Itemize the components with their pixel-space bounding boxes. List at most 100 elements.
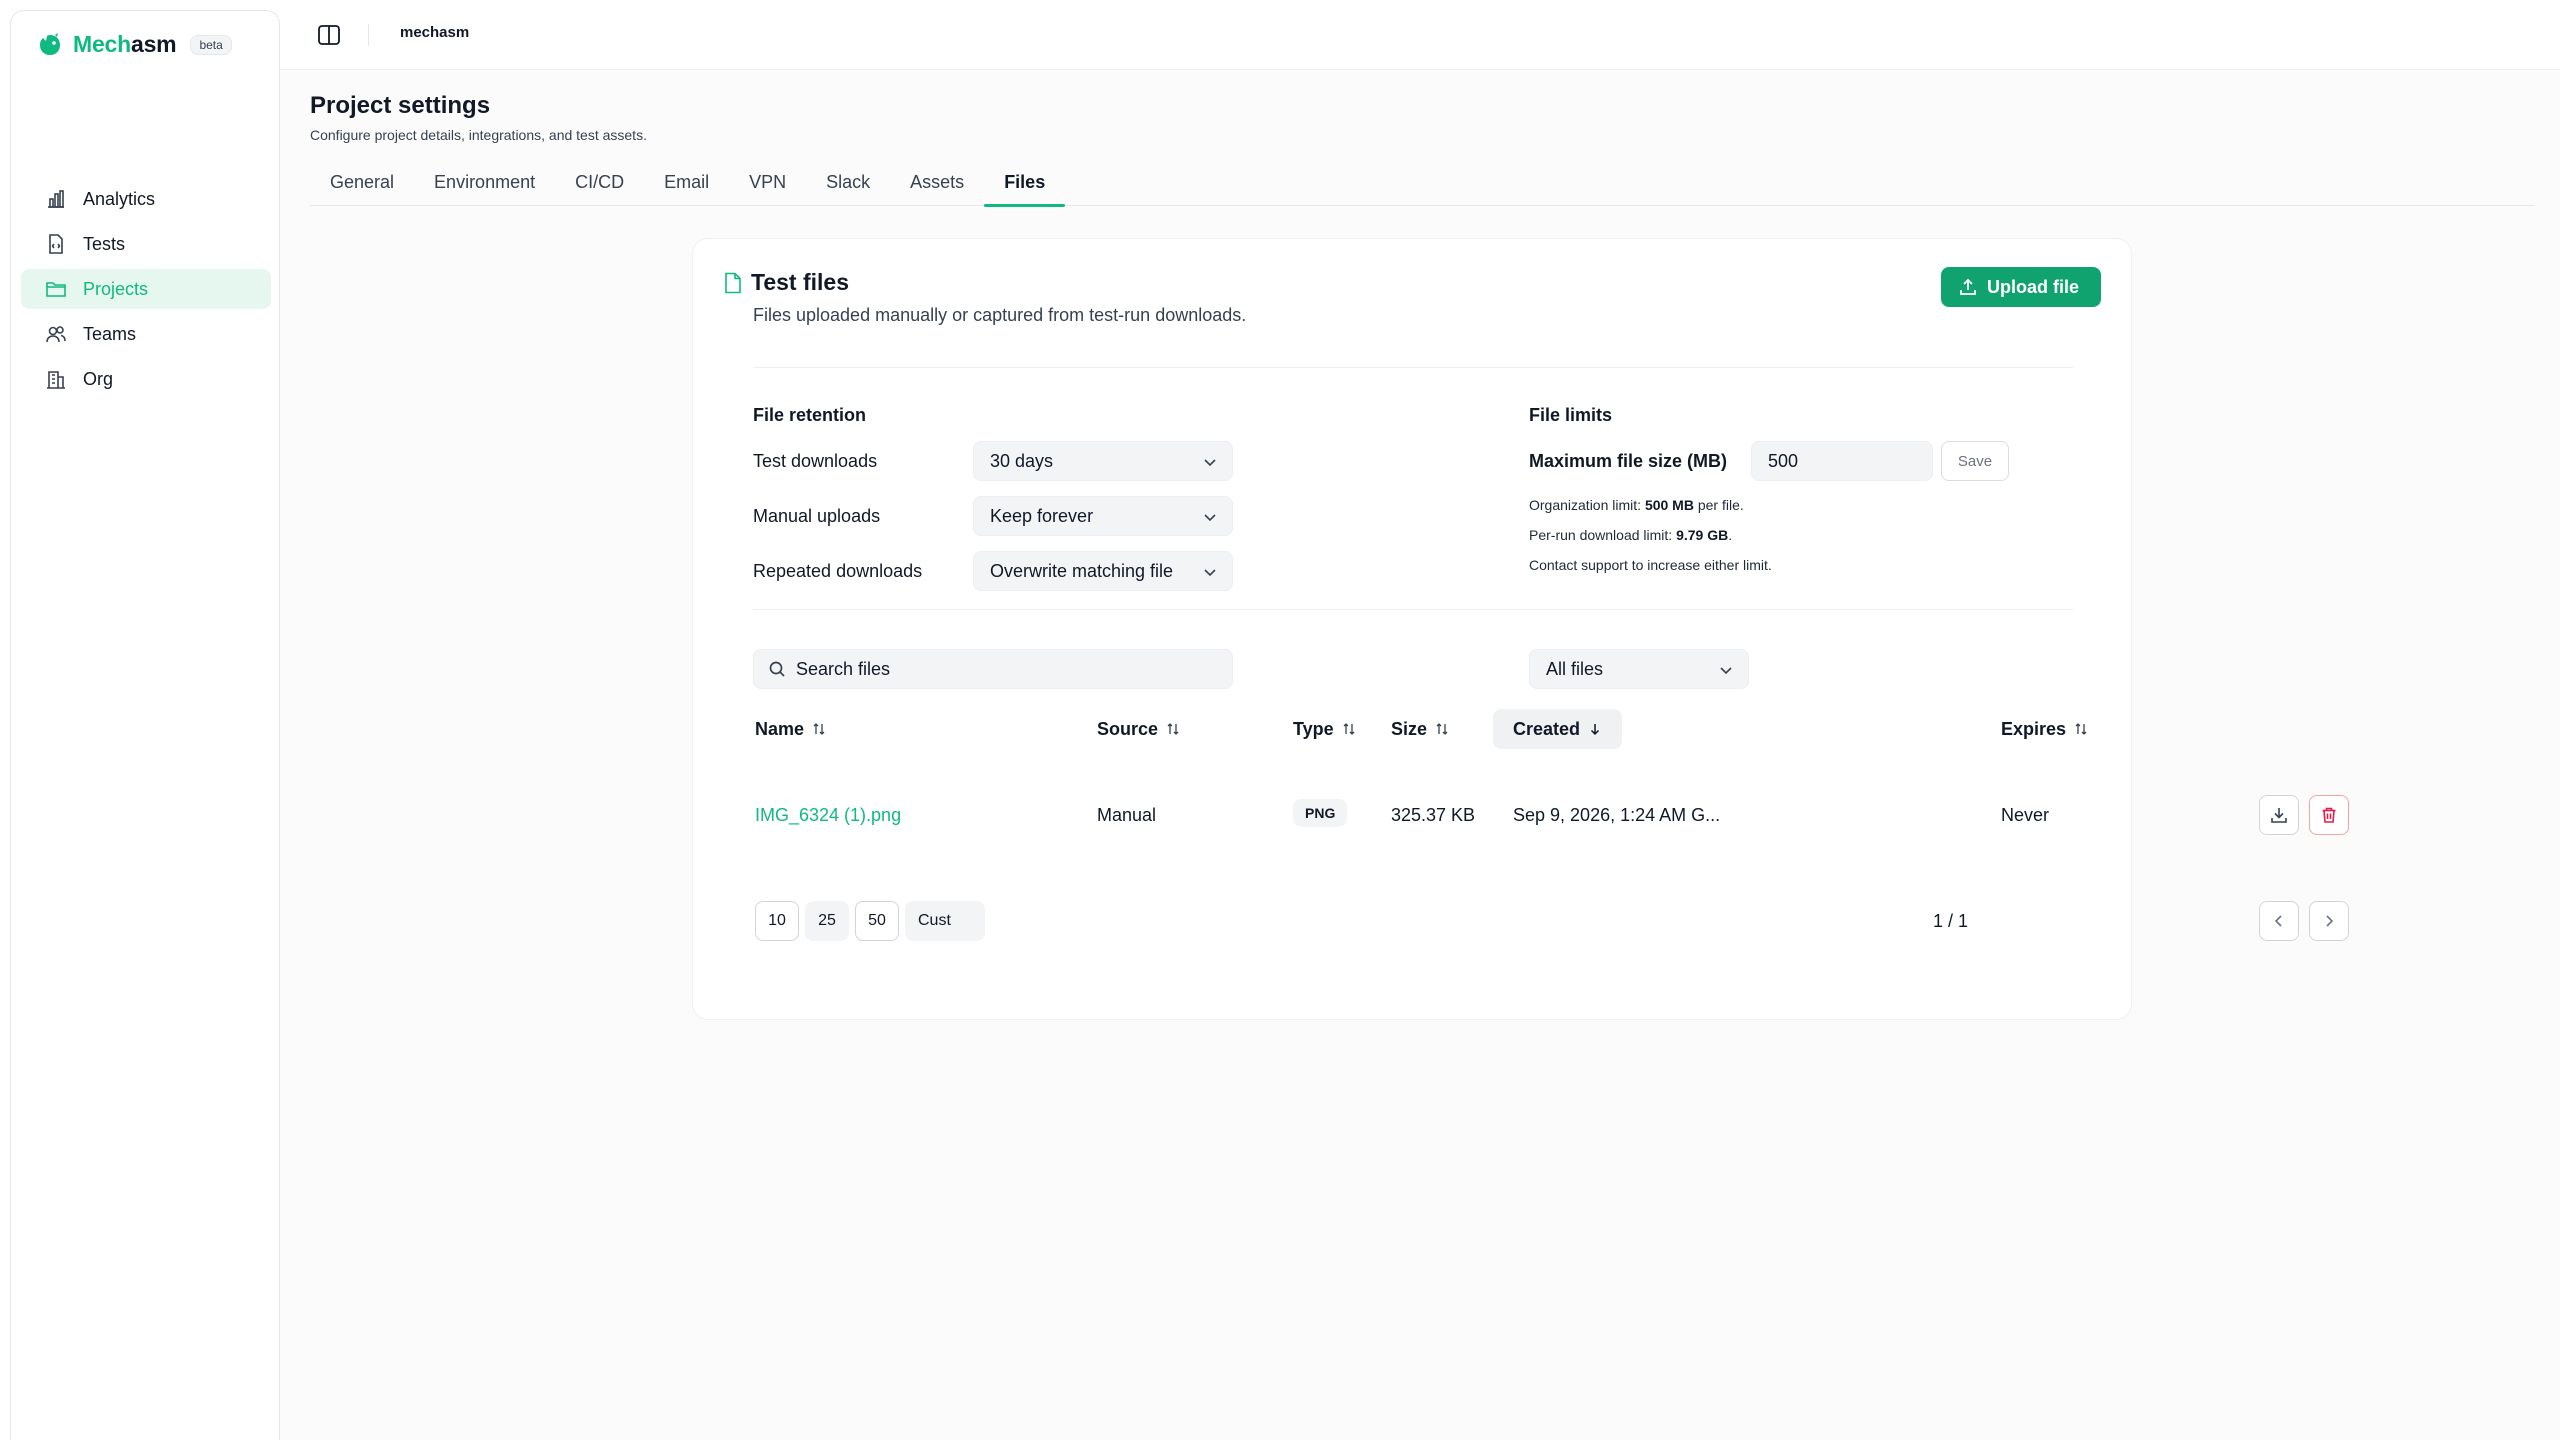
sidebar-item-tests[interactable]: Tests xyxy=(21,224,271,264)
file-type-value: All files xyxy=(1546,658,1604,679)
topbar: mechasm xyxy=(280,0,2560,70)
download-button[interactable] xyxy=(2259,795,2299,835)
sidebar-item-teams[interactable]: Teams xyxy=(21,314,271,354)
arrow-down-icon xyxy=(1591,724,1600,736)
tab-assets[interactable]: Assets xyxy=(890,166,984,206)
repeated-downloads-label: Repeated downloads xyxy=(753,561,923,581)
file-type-filter[interactable]: All files xyxy=(1529,649,1749,689)
support-note: Contact support to increase either limit… xyxy=(1529,557,1772,573)
page-size-custom[interactable]: Cust xyxy=(905,901,985,941)
app-root: Mechasm beta Analytics Tests Projects Te… xyxy=(0,0,2560,1440)
file-icon xyxy=(725,272,741,293)
manual-uploads-label: Manual uploads xyxy=(753,506,881,526)
org-limit-note: Organization limit: 500 MB per file. xyxy=(1529,497,1744,513)
sidebar-nav: Analytics Tests Projects Teams Org xyxy=(21,179,271,404)
manual-uploads-value: Keep forever xyxy=(990,505,1094,526)
users-icon xyxy=(46,326,66,343)
page-subtitle: Configure project details, integrations,… xyxy=(310,127,647,143)
file-name-link[interactable]: IMG_6324 (1).png xyxy=(755,805,901,826)
limits-heading: File limits xyxy=(1529,405,1613,425)
sidebar: Mechasm beta Analytics Tests Projects Te… xyxy=(10,10,280,1440)
tab-general[interactable]: General xyxy=(310,166,414,206)
sidebar-item-label: Tests xyxy=(83,233,126,254)
repeated-downloads-value: Overwrite matching file xyxy=(990,560,1174,581)
previous-page-button[interactable] xyxy=(2259,901,2299,941)
settings-tabs: General Environment CI/CD Email VPN Slac… xyxy=(310,166,2535,207)
mechasm-logo-icon xyxy=(40,32,60,55)
test-files-card: Test files Files uploaded manually or ca… xyxy=(692,238,2349,1020)
column-header-size[interactable]: Size xyxy=(1391,709,1449,749)
card-subtitle: Files uploaded manually or captured from… xyxy=(753,305,1247,325)
chevron-right-icon xyxy=(2326,915,2334,927)
retention-heading: File retention xyxy=(753,405,867,425)
column-header-source[interactable]: Source xyxy=(1097,709,1180,749)
page-size-10[interactable]: 10 xyxy=(755,901,799,941)
brand[interactable]: Mechasm beta xyxy=(37,31,232,58)
building-icon xyxy=(47,371,65,389)
tab-vpn[interactable]: VPN xyxy=(729,166,806,206)
next-page-button[interactable] xyxy=(2309,901,2349,941)
tab-slack[interactable]: Slack xyxy=(806,166,890,206)
sort-icon xyxy=(2075,723,2087,735)
sort-icon xyxy=(1343,723,1355,735)
file-expires: Never xyxy=(2001,805,2050,825)
upload-icon xyxy=(1960,278,1976,295)
tab-files[interactable]: Files xyxy=(984,166,1066,207)
max-file-size-label: Maximum file size (MB) xyxy=(1529,451,1728,471)
page-size-50[interactable]: 50 xyxy=(855,901,899,941)
page-indicator: 1 / 1 xyxy=(1933,911,1969,931)
sidebar-item-projects[interactable]: Projects xyxy=(21,269,271,309)
test-file-icon xyxy=(49,234,63,254)
bar-chart-icon xyxy=(48,190,64,208)
sidebar-item-org[interactable]: Org xyxy=(21,359,271,399)
sidebar-item-label: Projects xyxy=(83,278,149,299)
file-source: Manual xyxy=(1097,805,1157,825)
column-header-name[interactable]: Name xyxy=(755,709,826,749)
chevron-down-icon xyxy=(1720,667,1732,675)
chevron-down-icon xyxy=(1204,569,1216,577)
breadcrumb[interactable]: mechasm xyxy=(400,24,469,41)
column-header-expires[interactable]: Expires xyxy=(2001,709,2088,749)
test-downloads-value: 30 days xyxy=(990,450,1054,471)
beta-badge: beta xyxy=(190,34,232,55)
tab-ci-cd[interactable]: CI/CD xyxy=(555,166,644,206)
chevron-down-icon xyxy=(1204,514,1216,522)
sidebar-item-label: Teams xyxy=(83,323,137,344)
file-type-badge: PNG xyxy=(1293,799,1348,827)
column-header-type[interactable]: Type xyxy=(1293,709,1356,749)
tab-email[interactable]: Email xyxy=(644,166,729,206)
upload-file-button[interactable]: Upload file xyxy=(1940,267,2101,307)
card-divider xyxy=(753,367,2073,368)
sidebar-item-analytics[interactable]: Analytics xyxy=(21,179,271,219)
per-run-limit-note: Per-run download limit: 9.79 GB. xyxy=(1529,527,1733,543)
max-file-size-input[interactable] xyxy=(1751,441,1933,481)
topbar-divider xyxy=(368,24,369,46)
page-title: Project settings xyxy=(310,92,491,119)
sidebar-toggle-icon[interactable] xyxy=(316,22,342,48)
sidebar-item-label: Org xyxy=(83,368,114,389)
section-divider xyxy=(753,609,2073,610)
manual-uploads-select[interactable]: Keep forever xyxy=(973,496,1233,536)
search-input[interactable] xyxy=(796,658,1196,680)
repeated-downloads-select[interactable]: Overwrite matching file xyxy=(973,551,1233,591)
save-button[interactable]: Save xyxy=(1941,441,2009,481)
sort-icon xyxy=(813,723,825,735)
brand-name: Mechasm xyxy=(73,31,177,57)
chevron-left-icon xyxy=(2274,915,2282,927)
folder-icon xyxy=(46,282,66,297)
chevron-down-icon xyxy=(1204,459,1216,467)
search-box[interactable] xyxy=(753,649,1233,689)
upload-file-label: Upload file xyxy=(1986,276,2079,297)
test-downloads-select[interactable]: 30 days xyxy=(973,441,1233,481)
test-downloads-label: Test downloads xyxy=(753,451,878,471)
column-header-created[interactable]: Created xyxy=(1493,709,1623,749)
card-header: Test files xyxy=(723,269,849,296)
sort-icon xyxy=(1436,723,1448,735)
tab-environment[interactable]: Environment xyxy=(414,166,555,206)
card-title: Test files xyxy=(751,269,849,295)
file-size: 325.37 KB xyxy=(1391,805,1476,825)
search-icon xyxy=(769,661,785,677)
delete-button[interactable] xyxy=(2309,795,2349,835)
download-icon xyxy=(2271,808,2287,823)
page-size-25[interactable]: 25 xyxy=(805,901,849,941)
